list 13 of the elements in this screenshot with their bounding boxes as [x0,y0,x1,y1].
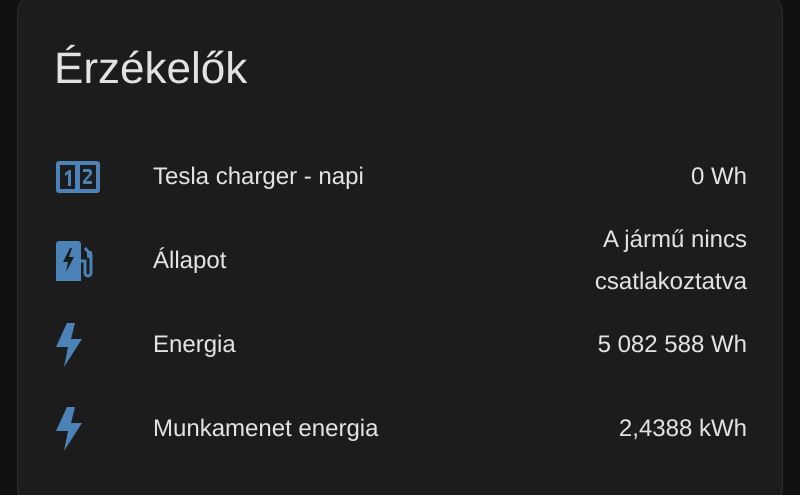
counter-icon [56,161,100,193]
sensor-value: A jármű nincs csatlakoztatva [594,225,747,297]
sensor-name: Állapot [153,247,228,275]
ev-charger-icon [56,241,94,281]
sensor-value: 2,4388 kWh [618,414,747,444]
card-title: Érzékelők [54,43,248,95]
sensor-name: Munkamenet energia [153,415,380,443]
lightning-icon [56,323,82,367]
sensor-name: Tesla charger - napi [153,163,365,191]
sensor-name: Energia [153,331,237,359]
lightning-icon [56,407,82,451]
sensor-value: 0 Wh [690,162,747,192]
sensor-value: 5 082 588 Wh [598,330,747,360]
